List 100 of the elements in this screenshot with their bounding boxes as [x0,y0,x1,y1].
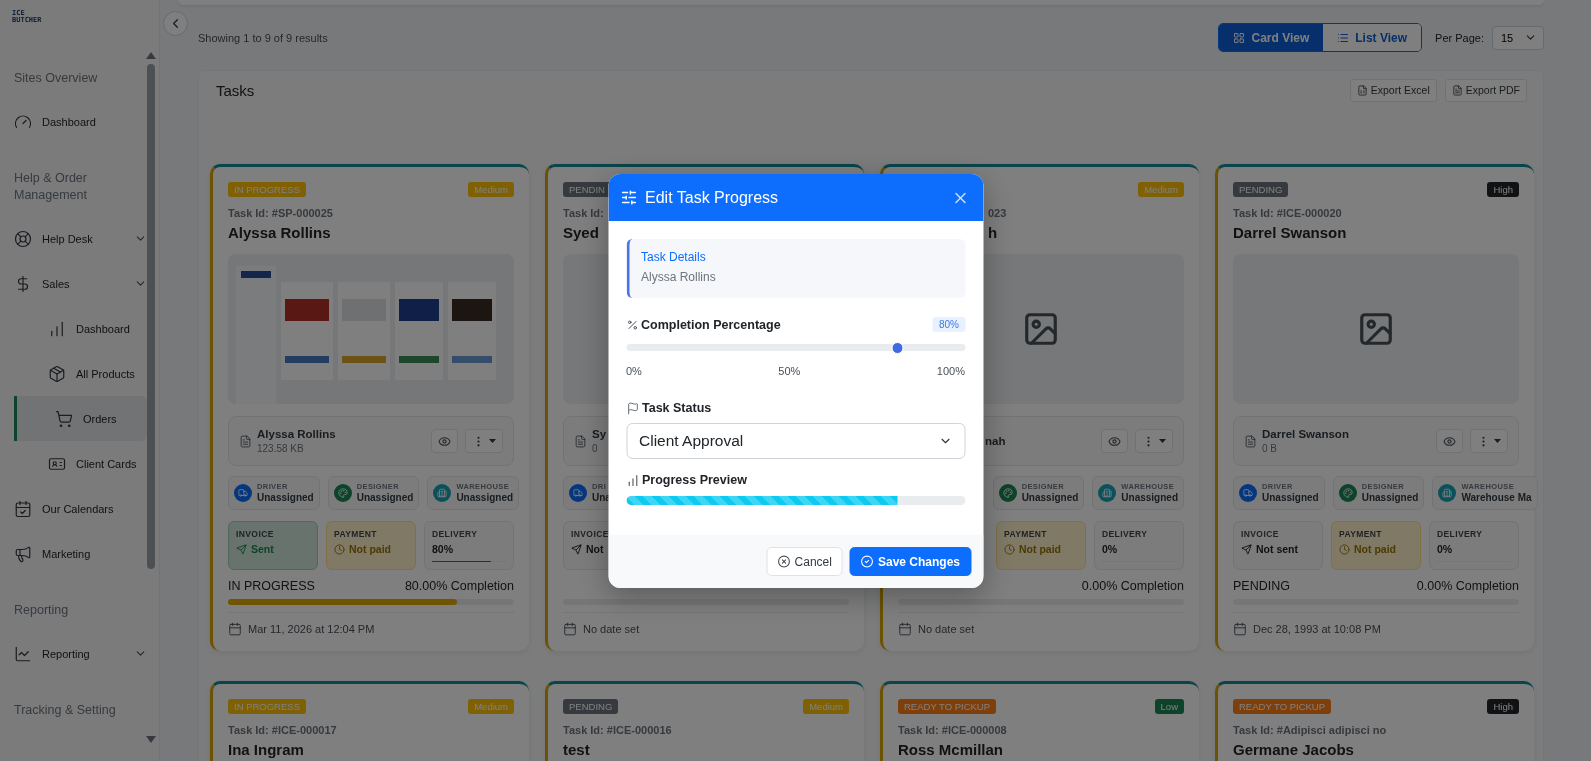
check-value: Sent [251,543,274,555]
priority-badge: Medium [1138,182,1184,197]
nav-item[interactable]: Orders [14,396,147,441]
calendar-icon [898,622,912,636]
flag-icon [626,401,639,415]
check-value: Not sent [1256,543,1298,555]
menu-button[interactable] [1470,429,1508,453]
task-id: 023 [987,206,1008,220]
assignee-name: Unassigned [1262,491,1319,503]
section-title: Help & Order Management [13,170,88,204]
nav-item[interactable]: Help Desk [0,216,147,261]
spreadsheet-icon [1356,84,1368,96]
task-name: Syed [563,224,600,242]
tick-label: 50% [778,365,801,377]
palette-icon [1338,484,1357,502]
document-icon [1451,84,1463,96]
nav-item[interactable]: Marketing [0,531,147,576]
nav-item[interactable]: Our Calendars [0,486,147,531]
view-button[interactable] [1101,429,1128,453]
eye-icon [438,434,451,448]
file-name: Sy [592,428,608,440]
building-icon [433,484,452,502]
box-icon [48,364,66,383]
send-icon [571,543,582,555]
date-text: No date set [918,623,975,635]
date-text: No date set [583,623,640,635]
eye-icon [1108,434,1121,448]
assignee-name: Unassigned [356,491,414,503]
nav-item[interactable]: Sales [0,261,147,306]
export-button[interactable]: Export Excel [1349,78,1437,102]
status-badge: READY TO PICKUP [1233,699,1332,714]
caret-icon [1159,439,1166,443]
save-button[interactable]: Save Changes [849,547,971,576]
section-title: Reporting [13,602,70,619]
dialog-title: Edit Task Progress [645,188,780,207]
check-label: DELIVERY [1437,529,1484,539]
task-id: Task Id: #ICE-000020 [1233,206,1343,220]
task-name: Darrel Swanson [1233,224,1348,242]
truck-icon [234,484,252,502]
completion-text: 0.00% Completion [1081,578,1184,595]
check-value: Not paid [1019,543,1061,555]
nav-item[interactable]: All Products [14,351,147,396]
view-button[interactable] [431,429,458,453]
check-label: PAYMENT [1004,529,1048,539]
per-page-select[interactable]: 15 [1492,25,1544,50]
cancel-button[interactable]: Cancel [766,547,843,576]
send-icon [1241,543,1252,555]
assignee-name: Unassigned [1021,491,1079,503]
field-label: Completion Percentage [641,317,781,332]
view-button[interactable] [1436,429,1463,453]
task-name: h [987,224,999,242]
task-name: Ross Mcmillan [898,741,1005,759]
section-title: Tracking & Setting [13,702,117,719]
task-id: Task Id: #ICE-000008 [898,723,1008,737]
file-icon [574,434,587,448]
per-page-label: Per Page: [1435,31,1484,44]
line-chart-icon [14,644,32,663]
section-title: Sites Overview [13,70,99,87]
check-label: INVOICE [236,529,275,539]
assignee-name: Unassigned [1121,491,1178,503]
completion-text: 80.00% Completion [404,578,514,595]
nav-item[interactable]: Reporting [0,631,147,676]
send-icon [236,543,247,555]
task-name: Alyssa Rollins [228,224,332,242]
status-badge: READY TO PICKUP [898,699,997,714]
file-name: Alyssa Rollins [257,428,337,440]
task-id: Task Id: [563,206,605,220]
assignee-name: Unassigned [1361,491,1419,503]
scroll-up-icon[interactable] [146,52,156,59]
image-placeholder-icon [1357,310,1395,348]
menu-button[interactable] [465,429,503,453]
slider-thumb[interactable] [891,341,904,354]
nav-item[interactable]: Dashboard [14,306,147,351]
date-text: Dec 28, 1993 at 10:08 PM [1253,623,1381,635]
file-icon [239,434,252,448]
field-label: Task Status [642,401,712,415]
bar-chart-icon [626,473,639,487]
export-button[interactable]: Export PDF [1444,78,1527,102]
palette-icon [333,484,352,502]
eye-icon [1443,434,1456,448]
scroll-down-icon[interactable] [146,736,156,743]
collapse-button[interactable] [163,11,188,36]
nav-item[interactable]: Dashboard [0,99,147,144]
calendar-icon [1233,622,1247,636]
truck-icon [1239,484,1257,502]
view-tab[interactable]: List View [1323,24,1422,51]
slider-track[interactable] [626,344,965,351]
building-icon [1438,484,1457,502]
sliders-icon [620,189,637,206]
scrollbar-thumb[interactable] [147,64,155,569]
truck-icon [569,484,587,502]
check-value: Not [586,543,604,555]
priority-badge: Medium [468,699,514,714]
nav-item[interactable]: Client Cards [14,441,147,486]
view-tab[interactable]: Card View [1219,24,1324,51]
file-name: Darrel Swanson [1262,428,1350,440]
priority-badge: High [1487,182,1519,197]
lifebuoy-icon [14,229,32,248]
percent-badge: 80% [933,317,965,332]
menu-button[interactable] [1135,429,1173,453]
